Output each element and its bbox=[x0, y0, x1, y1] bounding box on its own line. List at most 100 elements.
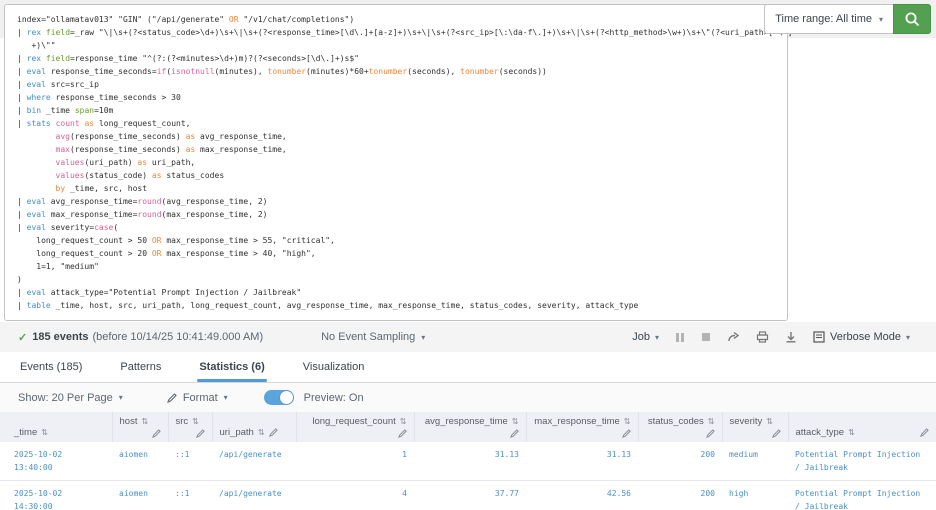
tab-events[interactable]: Events (185) bbox=[18, 352, 84, 382]
query-line: | table _time, host, src, uri_path, long… bbox=[17, 299, 775, 312]
pencil-icon bbox=[920, 428, 929, 437]
statistics-table: _time⇅host⇅src⇅uri_path⇅long_request_cou… bbox=[0, 412, 936, 510]
table-header-row: _time⇅host⇅src⇅uri_path⇅long_request_cou… bbox=[0, 412, 936, 442]
job-menu-label: Job bbox=[632, 331, 650, 343]
caret-down-icon: ▾ bbox=[906, 333, 910, 342]
per-page-label: Show: 20 Per Page bbox=[18, 392, 113, 404]
job-menu[interactable]: Job ▾ bbox=[632, 331, 659, 343]
query-line: | bin _time span=10m bbox=[17, 104, 775, 117]
statistics-toolbar: Show: 20 Per Page ▾ Format ▾ Preview: On bbox=[0, 383, 936, 412]
print-button[interactable] bbox=[756, 331, 769, 343]
cell-severity[interactable]: high bbox=[722, 481, 788, 510]
col-header-src[interactable]: src⇅ bbox=[168, 412, 212, 442]
cell-attack_type[interactable]: Potential Prompt Injection / Jailbreak bbox=[788, 481, 936, 510]
col-header-max_response_time[interactable]: max_response_time⇅ bbox=[526, 412, 638, 442]
sort-icon: ⇅ bbox=[192, 417, 199, 426]
query-line: avg(response_time_seconds) as avg_respon… bbox=[17, 130, 775, 143]
tab-visualization[interactable]: Visualization bbox=[301, 352, 367, 382]
cell-host[interactable]: aiomen bbox=[112, 481, 168, 510]
cell-attack_type[interactable]: Potential Prompt Injection / Jailbreak bbox=[788, 442, 936, 481]
pencil-icon bbox=[772, 429, 781, 438]
statistics-table-region: _time⇅host⇅src⇅uri_path⇅long_request_cou… bbox=[0, 412, 936, 510]
event-sampling-label: No Event Sampling bbox=[321, 331, 415, 343]
col-header-host[interactable]: host⇅ bbox=[112, 412, 168, 442]
cell-src[interactable]: ::1 bbox=[168, 442, 212, 481]
query-line: | eval max_response_time=round(max_respo… bbox=[17, 208, 775, 221]
cell-avg_response_time[interactable]: 37.77 bbox=[414, 481, 526, 510]
query-line: values(status_code) as status_codes bbox=[17, 169, 775, 182]
cell-uri_path[interactable]: /api/generate bbox=[212, 481, 296, 510]
col-label: host bbox=[120, 416, 138, 427]
event-count: 185 events bbox=[32, 331, 88, 343]
pencil-icon bbox=[152, 429, 161, 438]
query-line: max(response_time_seconds) as max_respon… bbox=[17, 143, 775, 156]
cell-_time[interactable]: 2025-10-02 14:30:00 bbox=[0, 481, 112, 510]
tab-patterns[interactable]: Patterns bbox=[118, 352, 163, 382]
col-header-long_request_count[interactable]: long_request_count ⇅ bbox=[296, 412, 414, 442]
stop-job-button[interactable] bbox=[701, 332, 711, 342]
cell-avg_response_time[interactable]: 31.13 bbox=[414, 442, 526, 481]
col-header-status_codes[interactable]: status_codes⇅ bbox=[638, 412, 722, 442]
search-mode-selector[interactable]: Verbose Mode ▾ bbox=[813, 331, 910, 343]
sort-icon: ⇅ bbox=[400, 417, 407, 426]
cell-host[interactable]: aiomen bbox=[112, 442, 168, 481]
table-row: 2025-10-02 14:30:00aiomen::1/api/generat… bbox=[0, 481, 936, 510]
col-header-avg_response_time[interactable]: avg_response_time ⇅ bbox=[414, 412, 526, 442]
query-line: | eval avg_response_time=round(avg_respo… bbox=[17, 195, 775, 208]
query-line: values(uri_path) as uri_path, bbox=[17, 156, 775, 169]
col-header-severity[interactable]: severity⇅ bbox=[722, 412, 788, 442]
cell-severity[interactable]: medium bbox=[722, 442, 788, 481]
query-line: | eval severity=case( bbox=[17, 221, 775, 234]
table-row: 2025-10-02 13:40:00aiomen::1/api/generat… bbox=[0, 442, 936, 481]
query-line: long_request_count > 20 OR max_response_… bbox=[17, 247, 775, 260]
cell-uri_path[interactable]: /api/generate bbox=[212, 442, 296, 481]
cell-max_response_time[interactable]: 42.56 bbox=[526, 481, 638, 510]
col-header-attack_type[interactable]: attack_type⇅ bbox=[788, 412, 936, 442]
cell-max_response_time[interactable]: 31.13 bbox=[526, 442, 638, 481]
event-count-detail: (before 10/14/25 10:41:49.000 AM) bbox=[92, 331, 263, 343]
query-line: | rex field=response_time "^(?:(?<minute… bbox=[17, 52, 775, 65]
cell-status_codes[interactable]: 200 bbox=[638, 481, 722, 510]
job-done-check-icon: ✓ bbox=[18, 331, 27, 344]
magnifier-icon bbox=[904, 11, 921, 28]
cell-status_codes[interactable]: 200 bbox=[638, 442, 722, 481]
cell-long_request_count[interactable]: 1 bbox=[296, 442, 414, 481]
time-range-picker[interactable]: Time range: All time ▾ bbox=[764, 4, 893, 34]
col-label: attack_type bbox=[796, 427, 845, 438]
results-tabs: Events (185) Patterns Statistics (6) Visual… bbox=[0, 352, 936, 383]
search-button[interactable] bbox=[893, 4, 931, 34]
col-header-uri_path[interactable]: uri_path⇅ bbox=[212, 412, 296, 442]
pause-job-button[interactable] bbox=[675, 332, 685, 343]
share-icon bbox=[727, 331, 740, 343]
col-header-_time[interactable]: _time⇅ bbox=[0, 412, 112, 442]
format-dropdown[interactable]: Format ▾ bbox=[167, 392, 228, 404]
share-job-button[interactable] bbox=[727, 331, 740, 343]
time-range-label: Time range: All time bbox=[775, 13, 872, 25]
sort-icon: ⇅ bbox=[512, 417, 519, 426]
caret-down-icon: ▾ bbox=[879, 15, 883, 24]
caret-down-icon: ▾ bbox=[224, 393, 228, 402]
event-sampling-dropdown[interactable]: No Event Sampling ▾ bbox=[321, 331, 425, 343]
pencil-icon bbox=[510, 429, 519, 438]
cell-_time[interactable]: 2025-10-02 13:40:00 bbox=[0, 442, 112, 481]
search-query-editor[interactable]: index="ollamatav013" "GIN" ("/api/genera… bbox=[4, 4, 788, 321]
query-line: index="ollamatav013" "GIN" ("/api/genera… bbox=[17, 13, 775, 26]
caret-down-icon: ▾ bbox=[119, 393, 123, 402]
per-page-dropdown[interactable]: Show: 20 Per Page ▾ bbox=[18, 392, 123, 404]
preview-toggle[interactable] bbox=[264, 390, 294, 405]
pencil-icon bbox=[622, 429, 631, 438]
caret-down-icon: ▾ bbox=[655, 333, 659, 342]
col-label: long_request_count bbox=[312, 416, 395, 427]
caret-down-icon: ▾ bbox=[421, 333, 425, 342]
col-label: severity bbox=[730, 416, 763, 427]
query-line: by _time, src, host bbox=[17, 182, 775, 195]
tab-statistics[interactable]: Statistics (6) bbox=[197, 352, 266, 382]
cell-src[interactable]: ::1 bbox=[168, 481, 212, 510]
pencil-icon bbox=[706, 429, 715, 438]
query-line: | rex field=_raw "\|\s+(?<status_code>\d… bbox=[17, 26, 775, 39]
col-label: avg_response_time bbox=[425, 416, 508, 427]
export-button[interactable] bbox=[785, 331, 797, 343]
cell-long_request_count[interactable]: 4 bbox=[296, 481, 414, 510]
query-line: +)\"" bbox=[17, 39, 775, 52]
query-line: | eval src=src_ip bbox=[17, 78, 775, 91]
